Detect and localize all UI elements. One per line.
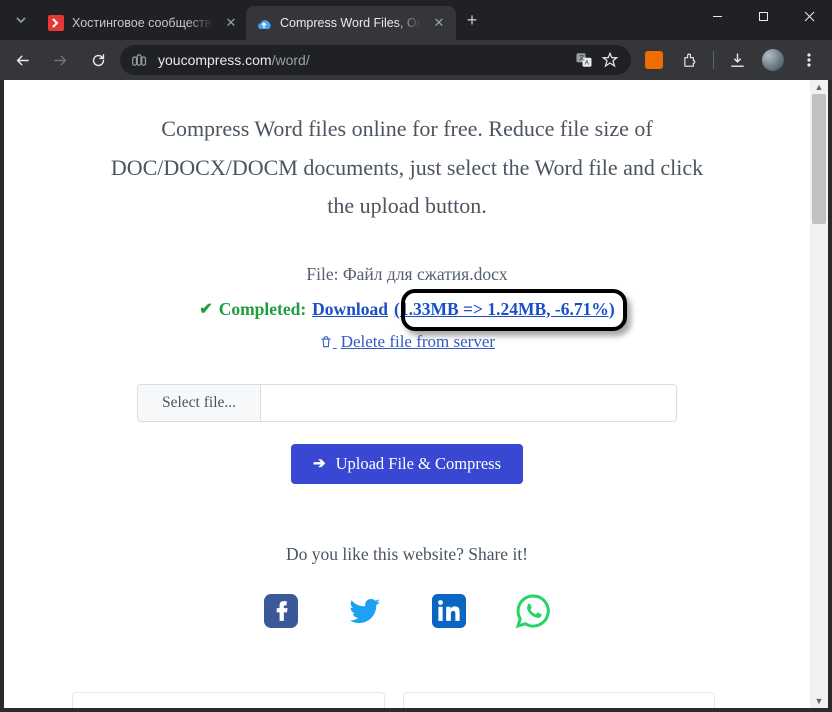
tab-search-button[interactable] — [8, 7, 34, 33]
whatsapp-icon — [515, 593, 551, 629]
check-icon: ✔ — [199, 299, 212, 319]
chevron-down-icon — [15, 14, 27, 26]
select-file-button[interactable]: Select file... — [137, 384, 261, 422]
reload-button[interactable] — [82, 44, 114, 76]
back-button[interactable] — [6, 44, 38, 76]
forward-button[interactable] — [44, 44, 76, 76]
tab-inactive-1[interactable]: Хостинговое сообщество «Tim ✕ — [38, 6, 248, 40]
arrow-left-icon — [14, 52, 31, 69]
completed-label: Completed: — [219, 299, 306, 320]
puzzle-icon — [682, 52, 699, 69]
extensions-button[interactable] — [673, 44, 707, 76]
arrow-right-icon — [52, 52, 69, 69]
profile-button[interactable] — [756, 44, 790, 76]
separator — [713, 51, 714, 69]
favicon-youcompress — [256, 15, 272, 31]
menu-button[interactable] — [792, 44, 826, 76]
tab-title: Хостинговое сообщество «Tim — [72, 16, 216, 30]
scrollbar-thumb[interactable] — [812, 94, 826, 224]
avatar-icon — [762, 49, 784, 71]
address-bar[interactable]: youcompress.com/word/ 文A — [120, 45, 631, 75]
fox-icon — [645, 51, 663, 69]
maximize-icon — [758, 11, 769, 22]
url-text: youcompress.com/word/ — [158, 52, 567, 68]
share-twitter[interactable] — [347, 593, 383, 629]
share-linkedin[interactable] — [431, 593, 467, 629]
window-controls — [694, 0, 832, 32]
facebook-icon — [264, 594, 298, 628]
delete-line: Delete file from server — [54, 332, 760, 352]
file-select-row: Select file... — [137, 384, 677, 422]
status-line: ✔ Completed: Download (1.33MB => 1.24MB,… — [54, 299, 760, 320]
kebab-icon — [801, 52, 817, 68]
close-icon — [804, 11, 815, 22]
favicon-timeweb — [48, 15, 64, 31]
trash-icon — [319, 335, 337, 351]
downloads-button[interactable] — [720, 44, 754, 76]
upload-button-label: Upload File & Compress — [336, 454, 501, 474]
close-icon[interactable]: ✕ — [224, 16, 238, 30]
extension-metamask[interactable] — [637, 44, 671, 76]
bookmark-icon[interactable] — [601, 51, 619, 69]
delete-file-link[interactable]: Delete file from server — [319, 332, 495, 351]
close-icon[interactable]: ✕ — [432, 16, 446, 30]
tab-title: Compress Word Files, Online D… — [280, 16, 424, 30]
vertical-scrollbar[interactable]: ▲ ▼ — [810, 80, 828, 708]
scroll-up-icon[interactable]: ▲ — [810, 80, 828, 94]
site-info-icon[interactable] — [132, 53, 150, 67]
window-titlebar: Хостинговое сообщество «Tim ✕ Compress W… — [0, 0, 832, 40]
page-body: Compress Word files online for free. Red… — [4, 80, 810, 708]
size-info-link[interactable]: (1.33MB => 1.24MB, -6.71%) — [394, 299, 615, 320]
browser-toolbar: youcompress.com/word/ 文A — [0, 40, 832, 80]
arrow-right-icon: ➔ — [313, 454, 326, 473]
linkedin-icon — [432, 594, 466, 628]
new-tab-button[interactable]: + — [458, 6, 486, 34]
file-path-display[interactable] — [261, 384, 677, 422]
reload-icon — [90, 52, 107, 69]
upload-compress-button[interactable]: ➔ Upload File & Compress — [291, 444, 523, 484]
window-maximize-button[interactable] — [740, 0, 786, 32]
twitter-icon — [347, 592, 383, 630]
download-icon — [729, 52, 746, 69]
scroll-down-icon[interactable]: ▼ — [810, 694, 828, 708]
window-close-button[interactable] — [786, 0, 832, 32]
file-info: File: Файл для сжатия.docx — [54, 264, 760, 285]
share-row — [54, 593, 760, 629]
tab-active[interactable]: Compress Word Files, Online D… ✕ — [246, 6, 456, 40]
window-minimize-button[interactable] — [694, 0, 740, 32]
share-whatsapp[interactable] — [515, 593, 551, 629]
share-prompt: Do you like this website? Share it! — [54, 544, 760, 565]
page-headline: Compress Word files online for free. Red… — [97, 110, 717, 226]
download-link[interactable]: Download — [312, 299, 388, 320]
svg-text:A: A — [585, 61, 589, 67]
minimize-icon — [712, 11, 723, 22]
share-facebook[interactable] — [263, 593, 299, 629]
translate-icon[interactable]: 文A — [575, 51, 593, 69]
below-fold-cards — [72, 692, 715, 708]
page-viewport: Compress Word files online for free. Red… — [0, 80, 832, 712]
